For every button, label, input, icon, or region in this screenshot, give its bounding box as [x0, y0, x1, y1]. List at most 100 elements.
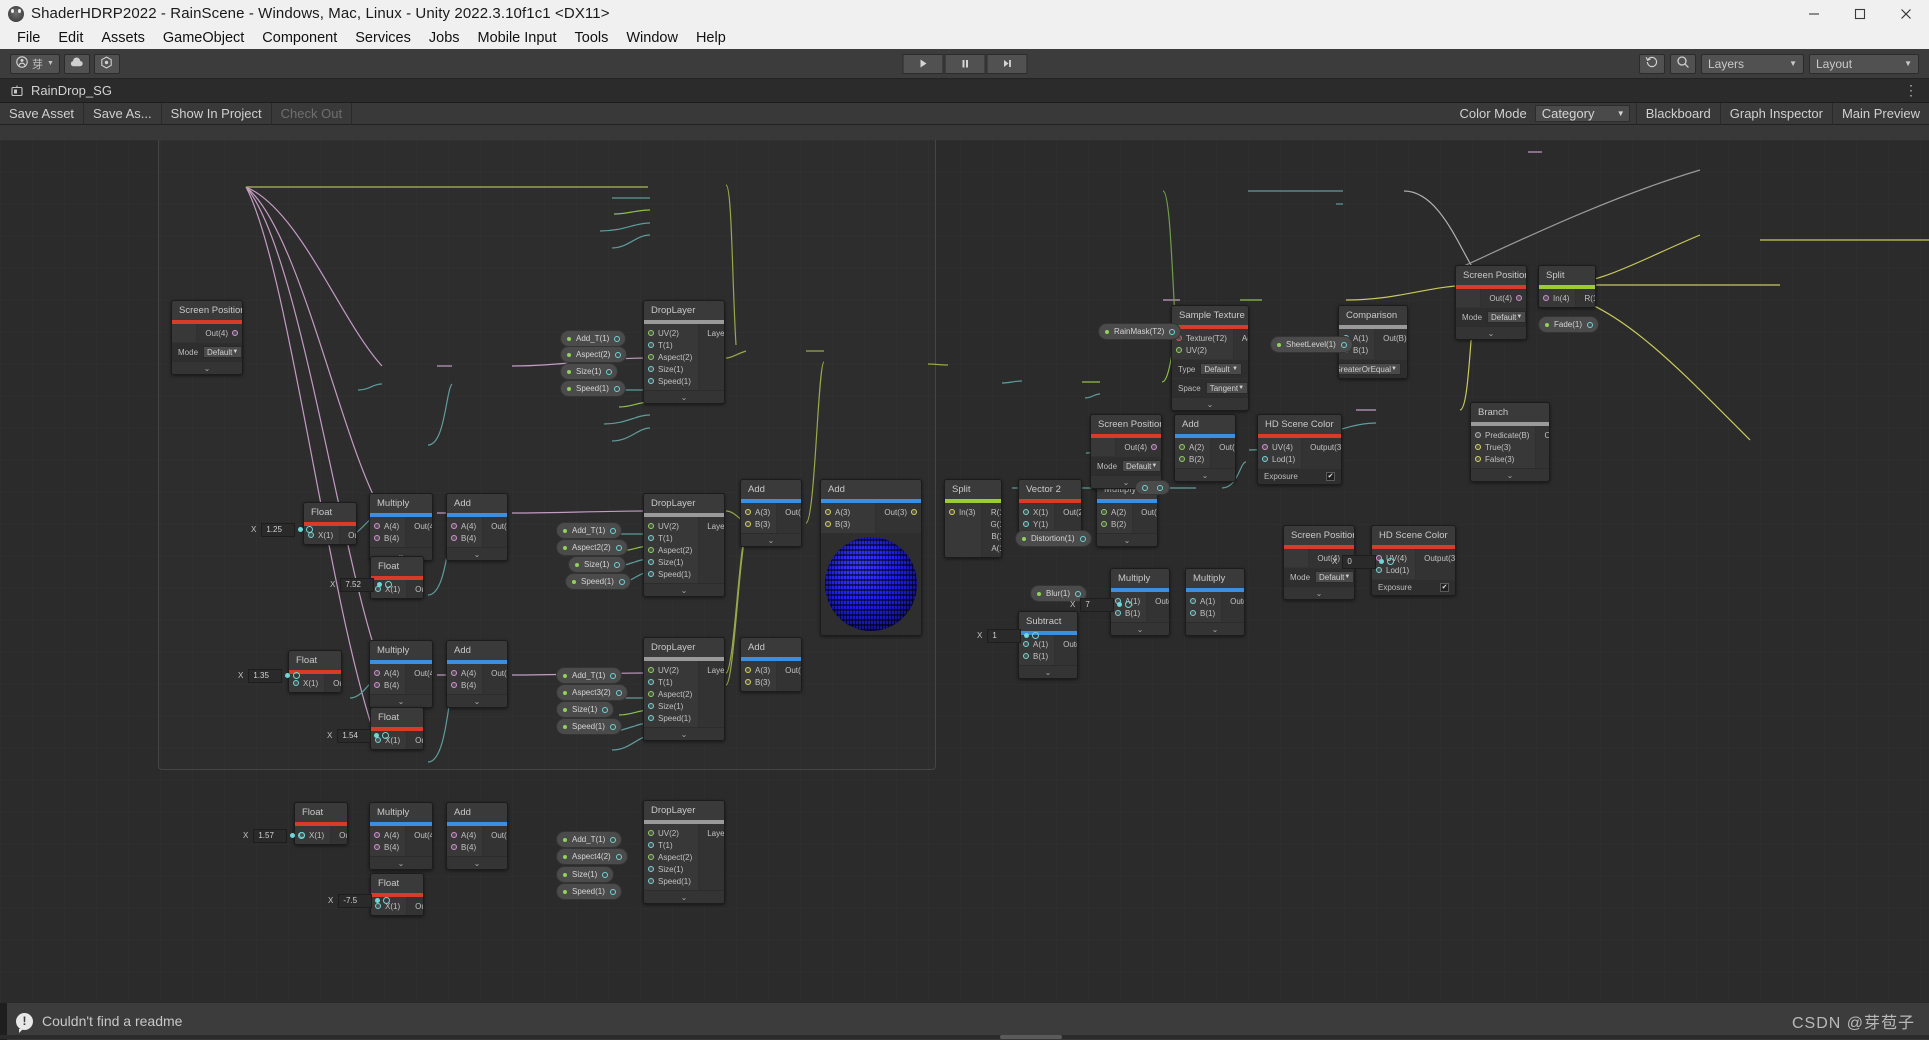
input-port-x1[interactable]: X(1): [1019, 506, 1054, 518]
node-collapse-toggle[interactable]: ⌄: [644, 727, 724, 740]
property-output-port[interactable]: [610, 724, 616, 730]
property-pill-aspect2[interactable]: Aspect(2): [560, 346, 627, 363]
port-connector-icon[interactable]: [648, 559, 654, 565]
scrollbar-thumb[interactable]: [1000, 1035, 1062, 1039]
unity-services-button[interactable]: [94, 54, 120, 74]
input-port-uv2[interactable]: UV(2): [644, 827, 698, 839]
pause-button[interactable]: [944, 54, 985, 74]
port-connector-icon[interactable]: [451, 844, 457, 850]
property-pill-sheetlevel1[interactable]: SheetLevel(1): [1270, 336, 1353, 353]
float-output-dot[interactable]: [374, 733, 379, 738]
property-output-port[interactable]: [615, 352, 621, 358]
output-port-out4[interactable]: Out(4): [406, 829, 433, 841]
layout-dropdown[interactable]: Layout ▼: [1809, 54, 1919, 74]
port-connector-icon[interactable]: [232, 330, 238, 336]
control-dropdown[interactable]: Default▼: [1122, 460, 1161, 472]
node-control-mode[interactable]: ModeDefault▼: [1091, 456, 1161, 475]
port-connector-icon[interactable]: [648, 535, 654, 541]
float-output-dot[interactable]: [290, 833, 295, 838]
node-control-mode[interactable]: ModeDefault▼: [1456, 307, 1526, 326]
output-port-g1[interactable]: G(1): [982, 518, 1002, 530]
property-output-port[interactable]: [1080, 536, 1086, 542]
port-connector-icon[interactable]: [648, 378, 654, 384]
port-connector-icon[interactable]: [1475, 444, 1481, 450]
graph-node-sp1[interactable]: Screen PositionOut(4)ModeDefault▼⌄: [171, 300, 243, 375]
port-connector-icon[interactable]: [1101, 521, 1107, 527]
property-output-port[interactable]: [606, 369, 612, 375]
output-port-out1[interactable]: Out(1): [331, 829, 348, 841]
node-collapse-toggle[interactable]: ⌄: [370, 694, 432, 707]
input-port-predicateb[interactable]: Predicate(B): [1471, 429, 1535, 441]
float-output-dot[interactable]: [375, 898, 380, 903]
input-port-aspect2[interactable]: Aspect(2): [644, 351, 698, 363]
input-port-false3[interactable]: False(3): [1471, 453, 1535, 465]
property-output-port[interactable]: [602, 872, 608, 878]
property-pill-distortion1[interactable]: Distortion(1): [1015, 530, 1092, 547]
node-collapse-toggle[interactable]: ⌄: [172, 361, 242, 374]
port-connector-icon[interactable]: [648, 330, 654, 336]
output-port-out4[interactable]: Out(4): [483, 829, 508, 841]
search-button[interactable]: [1670, 54, 1696, 74]
graph-node-vec2[interactable]: Vector 2X(1)Y(1)Out(2): [1018, 479, 1082, 534]
node-collapse-toggle[interactable]: ⌄: [741, 533, 801, 546]
node-control-space[interactable]: SpaceTangent▼: [1172, 378, 1248, 397]
input-port-a4[interactable]: A(4): [370, 667, 405, 679]
property-pill-add_t1[interactable]: Add_T(1): [556, 831, 622, 848]
float-value-input[interactable]: 0: [1342, 555, 1376, 569]
property-output-port[interactable]: [610, 889, 616, 895]
input-port-t1[interactable]: T(1): [644, 339, 698, 351]
property-output-port[interactable]: [616, 854, 622, 860]
port-connector-icon[interactable]: [745, 667, 751, 673]
port-connector-icon[interactable]: [745, 509, 751, 515]
property-pill-size1[interactable]: Size(1): [556, 866, 614, 883]
input-port-b4[interactable]: B(4): [447, 679, 482, 691]
operator-dropdown[interactable]: GreaterOrEqual▼: [1338, 363, 1401, 375]
color-mode-dropdown[interactable]: Category ▼: [1535, 105, 1630, 122]
float-output-dot[interactable]: [298, 527, 303, 532]
output-port-layer3[interactable]: Layer(3): [699, 520, 725, 532]
menu-item-mobile-input[interactable]: Mobile Input: [469, 28, 566, 48]
input-port-true3[interactable]: True(3): [1471, 441, 1535, 453]
graph-node-stex[interactable]: Sample Texture 2DTexture(T2)UV(2)A(1)Typ…: [1171, 305, 1249, 411]
input-port-a4[interactable]: A(4): [370, 829, 405, 841]
node-collapse-toggle[interactable]: ⌄: [370, 856, 432, 869]
input-port-size1[interactable]: Size(1): [644, 863, 698, 875]
account-button[interactable]: 芽 ▼: [10, 54, 60, 74]
input-port-t1[interactable]: T(1): [644, 676, 698, 688]
output-port-out1[interactable]: Out(1): [1222, 595, 1245, 607]
graph-node-addB[interactable]: AddA(3)B(3)Out(3): [740, 637, 802, 692]
node-collapse-toggle[interactable]: ⌄: [644, 890, 724, 903]
float-output-dot[interactable]: [1379, 559, 1384, 564]
input-port-in4[interactable]: In(4): [1539, 292, 1575, 304]
graph-node-sp2[interactable]: Screen PositionOut(4)ModeDefault▼⌄: [1090, 414, 1162, 489]
input-port-b1[interactable]: B(1): [1186, 607, 1221, 619]
float-field-ff3[interactable]: X1.35: [238, 668, 300, 683]
input-port-b4[interactable]: B(4): [447, 841, 482, 853]
property-output-port[interactable]: [1341, 342, 1347, 348]
port-connector-icon[interactable]: [648, 691, 654, 697]
input-port-in3[interactable]: In(3): [945, 506, 981, 518]
property-pill-aspect32[interactable]: Aspect3(2): [556, 684, 628, 701]
output-port-out4[interactable]: Out(4): [1481, 292, 1526, 304]
menu-item-tools[interactable]: Tools: [566, 28, 618, 48]
input-port-size1[interactable]: Size(1): [644, 363, 698, 375]
float-value-input[interactable]: 1.25: [261, 523, 295, 537]
save-as-button[interactable]: Save As...: [84, 103, 162, 125]
output-port-layer3[interactable]: Layer(3): [699, 327, 725, 339]
output-port-a1[interactable]: A(1): [982, 542, 1002, 554]
node-collapse-toggle[interactable]: ⌄: [1097, 533, 1157, 546]
output-port-out1[interactable]: Out(1): [1055, 638, 1078, 650]
property-pill-speed1[interactable]: Speed(1): [565, 573, 631, 590]
input-port-a4[interactable]: A(4): [447, 520, 482, 532]
property-output-port[interactable]: [616, 690, 622, 696]
cloud-button[interactable]: [64, 54, 90, 74]
property-output-port[interactable]: [602, 707, 608, 713]
port-connector-icon[interactable]: [451, 682, 457, 688]
float-value-input[interactable]: -7.5: [338, 894, 372, 908]
float-output-dot[interactable]: [377, 582, 382, 587]
node-control-type[interactable]: TypeDefault▼: [1172, 359, 1248, 378]
save-asset-button[interactable]: Save Asset: [0, 103, 84, 125]
port-connector-icon[interactable]: [648, 842, 654, 848]
output-port-layer3[interactable]: Layer(3): [699, 664, 725, 676]
input-port-b3[interactable]: B(3): [821, 518, 875, 530]
